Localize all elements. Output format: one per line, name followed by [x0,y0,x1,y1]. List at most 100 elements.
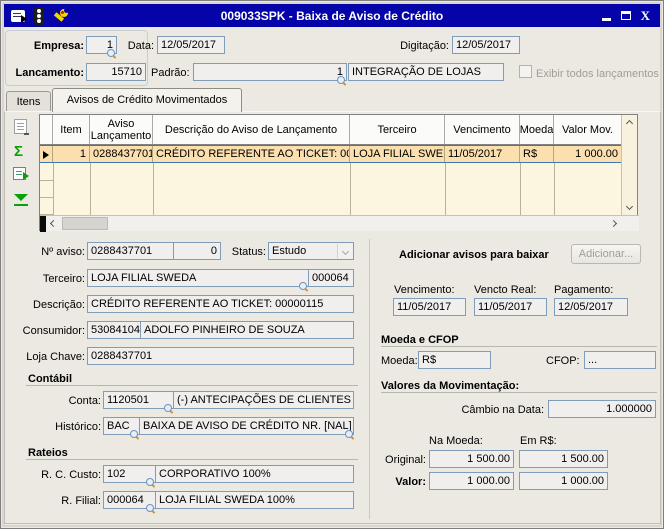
grid-col-valor-mov[interactable]: Valor Mov. [554,115,621,144]
valor-reais-field[interactable]: 1 000.00 [519,472,608,490]
data-field[interactable]: 12/05/2017 [157,36,225,54]
terceiro-code-field[interactable]: 000064 [308,269,354,287]
contabil-rule [26,385,358,386]
tab-itens[interactable]: Itens [6,91,51,112]
historico-desc-field[interactable]: BAIXA DE AVISO DE CRÉDITO NR. [NAL] [139,417,354,435]
r-filial-desc-field[interactable]: LOJA FILIAL SWEDA 100% [155,491,354,509]
adicionar-section-title: Adicionar avisos para baixar [399,249,549,261]
cell-item[interactable]: 1 [53,146,90,162]
rateios-rule [26,459,358,460]
cell-moeda[interactable]: R$ [520,146,554,162]
descricao-field[interactable]: CRÉDITO REFERENTE AO TICKET: 00000115 [87,295,354,313]
adicionar-button[interactable]: Adicionar... [571,244,641,264]
digitacao-field[interactable]: 12/05/2017 [452,36,520,54]
historico-lookup-icon[interactable] [130,430,138,438]
exibir-todos-checkbox[interactable] [519,65,532,78]
empresa-label: Empresa: [33,40,84,52]
wrench-icon[interactable] [53,7,69,24]
padrao-field[interactable]: 1 [193,63,347,81]
cambio-label: Câmbio na Data: [461,404,544,416]
cell-terceiro[interactable]: LOJA FILIAL SWEDA [350,146,445,162]
grid-col-item[interactable]: Item [53,115,90,144]
historico-label: Histórico: [55,421,101,433]
form-icon[interactable] [11,9,27,23]
pagamento-label: Pagamento: [554,284,614,296]
close-button[interactable]: X [641,9,650,22]
cfop-field[interactable]: ... [584,351,656,369]
na-moeda-column-label: Na Moeda: [429,435,483,447]
em-reais-column-label: Em R$: [520,435,557,447]
cell-descricao[interactable]: CRÉDITO REFERENTE AO TICKET: 00000115 [153,146,350,162]
valores-rule [381,392,657,393]
tab-avisos-credito-movimentados[interactable]: Avisos de Crédito Movimentados [52,88,242,112]
consumidor-code-field[interactable]: 530841049 [87,321,141,339]
original-reais-field[interactable]: 1 500.00 [519,450,608,468]
terceiro-label: Terceiro: [42,273,85,285]
scroll-down-button[interactable] [622,199,637,214]
rc-custo-desc-field[interactable]: CORPORATIVO 100% [155,465,354,483]
sum-icon[interactable]: Σ [14,144,23,159]
original-label: Original: [385,454,426,466]
grid-col-terceiro[interactable]: Terceiro [350,115,445,144]
r-filial-lookup-icon[interactable] [146,504,154,512]
n-aviso-field[interactable]: 0288437701 [87,242,174,260]
consumidor-nome-field[interactable]: ADOLFO PINHEIRO DE SOUZA [140,321,354,339]
minimize-button[interactable] [601,18,611,21]
status-dropdown-button[interactable] [337,244,352,258]
avisos-grid: Item Aviso Lançamento Descrição do Aviso… [39,114,639,232]
vencto-real-label: Vencto Real: [474,284,537,296]
terceiro-lookup-icon[interactable] [299,282,307,290]
cell-vencimento[interactable]: 11/05/2017 [445,146,520,162]
cell-valor[interactable]: 1 000.00 [554,146,621,162]
app-window: 009033SPK - Baixa de Aviso de Crédito X … [0,0,664,529]
pagamento-field[interactable]: 12/05/2017 [554,298,628,316]
horizontal-scrollbar[interactable] [40,215,639,232]
cell-aviso[interactable]: 0288437701 [90,146,153,162]
n-aviso-seq-field[interactable]: 0 [173,242,221,260]
maximize-button[interactable] [620,11,631,20]
padrao-desc-field[interactable]: INTEGRAÇÃO DE LOJAS [348,63,504,81]
move-bottom-icon[interactable] [14,194,28,206]
grid-body: 1 0288437701 CRÉDITO REFERENTE AO TICKET… [40,145,621,215]
table-row[interactable]: 1 0288437701 CRÉDITO REFERENTE AO TICKET… [40,145,621,163]
moeda-field[interactable]: R$ [418,351,491,369]
lancamento-field[interactable]: 15710 [86,63,146,81]
conta-desc-field[interactable]: (-) ANTECIPAÇÕES DE CLIENTES [173,391,354,409]
traffic-light-icon[interactable] [34,6,44,25]
padrao-lookup-icon[interactable] [337,76,345,84]
vencto-real-field[interactable]: 11/05/2017 [474,298,547,316]
vencimento-field[interactable]: 11/05/2017 [393,298,466,316]
conta-lookup-icon[interactable] [164,404,172,412]
window-title: 009033SPK - Baixa de Aviso de Crédito [220,8,444,23]
grid-col-descricao[interactable]: Descrição do Aviso de Lançamento [153,115,350,144]
grid-header-marker [40,115,53,144]
grid-header: Item Aviso Lançamento Descrição do Aviso… [40,115,621,145]
scroll-right-button[interactable] [606,216,621,231]
rc-custo-lookup-icon[interactable] [146,478,154,486]
terceiro-field[interactable]: LOJA FILIAL SWEDA [87,269,309,287]
vertical-scrollbar[interactable] [621,115,637,215]
historico-desc-lookup-icon[interactable] [345,430,353,438]
padrao-label: Padrão: [151,67,190,79]
grid-col-vencimento[interactable]: Vencimento [445,115,520,144]
notes-icon[interactable] [14,119,29,135]
cambio-field[interactable]: 1.000000 [548,400,656,418]
grid-col-moeda[interactable]: Moeda [520,115,554,144]
valor-moeda-field[interactable]: 1 000.00 [429,472,514,490]
digitacao-label: Digitação: [400,40,449,52]
empresa-lookup-icon[interactable] [107,49,115,57]
n-aviso-label: Nº aviso: [41,246,85,258]
data-label: Data: [127,40,154,52]
loja-chave-label: Loja Chave: [26,351,85,363]
loja-chave-field[interactable]: 0288437701 [87,347,354,365]
scroll-left-button[interactable] [46,216,61,231]
status-label: Status: [231,246,266,258]
scroll-up-button[interactable] [622,116,637,131]
status-value: Estudo [272,245,307,257]
original-moeda-field[interactable]: 1 500.00 [429,450,514,468]
scroll-thumb[interactable] [62,217,108,230]
exibir-todos-label: Exibir todos lançamentos [536,68,659,80]
export-icon[interactable] [13,167,29,180]
grid-col-aviso-lancamento[interactable]: Aviso Lançamento [90,115,153,144]
status-combo[interactable]: Estudo [268,242,354,260]
